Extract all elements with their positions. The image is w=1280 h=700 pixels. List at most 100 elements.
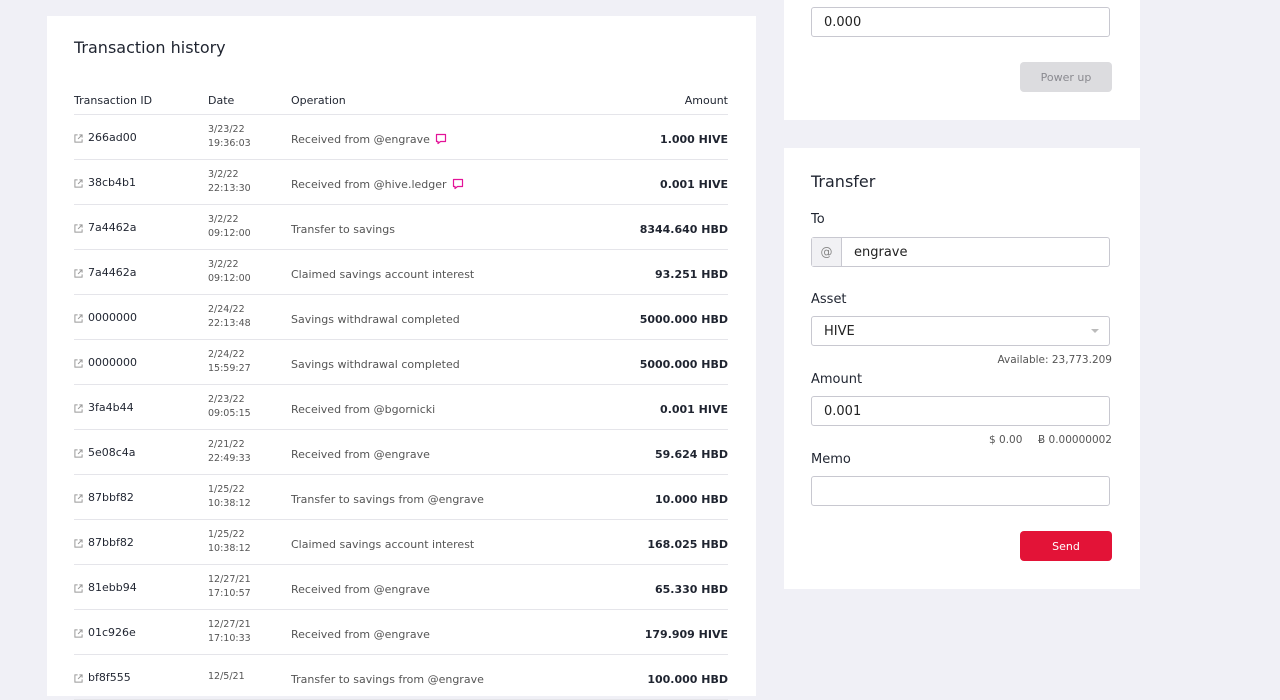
cell-operation: Received from @hive.ledger bbox=[291, 159, 548, 205]
cell-operation: Savings withdrawal completed bbox=[291, 294, 548, 340]
transaction-amount: 0.001 HIVE bbox=[660, 177, 728, 191]
transaction-link[interactable]: 87bbf82 bbox=[74, 536, 134, 549]
transaction-amount: 5000.000 HBD bbox=[639, 312, 728, 326]
memo-icon[interactable] bbox=[435, 133, 447, 145]
cell-operation: Received from @engrave bbox=[291, 609, 548, 655]
table-row: 266ad00 3/23/22 19:36:03 Received from @eng… bbox=[74, 114, 728, 160]
external-link-icon bbox=[74, 178, 83, 188]
btc-value: Ƀ 0.00000002 bbox=[1037, 434, 1112, 446]
cell-date: 12/27/21 17:10:33 bbox=[208, 609, 291, 655]
external-link-icon bbox=[74, 628, 83, 638]
memo-input[interactable] bbox=[811, 476, 1110, 506]
transaction-id: 7a4462a bbox=[88, 220, 137, 234]
power-up-amount-value: 0.000 bbox=[824, 14, 862, 30]
cell-date: 3/2/22 09:12:00 bbox=[208, 204, 291, 250]
operation-text: Received from @engrave bbox=[291, 132, 430, 146]
power-up-button[interactable]: Power up bbox=[1020, 62, 1112, 92]
cell-date: 2/21/22 22:49:33 bbox=[208, 429, 291, 475]
cell-transaction-id: 7a4462a bbox=[74, 249, 208, 295]
transaction-id: 5e08c4a bbox=[88, 445, 136, 459]
amount-label: Amount bbox=[811, 372, 863, 387]
cell-date: 12/5/21 bbox=[208, 654, 291, 700]
cell-amount: 5000.000 HBD bbox=[548, 339, 728, 385]
asset-value: HIVE bbox=[824, 323, 855, 339]
operation-text: Savings withdrawal completed bbox=[291, 312, 460, 326]
transaction-link[interactable]: 7a4462a bbox=[74, 221, 136, 234]
transaction-amount: 100.000 HBD bbox=[647, 672, 728, 686]
transaction-id: 38cb4b1 bbox=[88, 175, 137, 189]
cell-amount: 100.000 HBD bbox=[548, 654, 728, 700]
operation-text: Received from @bgornicki bbox=[291, 402, 436, 416]
cell-transaction-id: 3fa4b44 bbox=[74, 384, 208, 430]
transaction-time: 17:10:33 bbox=[208, 633, 251, 644]
transaction-link[interactable]: 3fa4b44 bbox=[74, 401, 134, 414]
power-up-card: 0.000 Power up bbox=[784, 0, 1140, 120]
transaction-amount: 168.025 HBD bbox=[647, 537, 728, 551]
table-header-row: Transaction ID Date Operation Amount bbox=[74, 86, 728, 115]
cell-operation: Received from @engrave bbox=[291, 429, 548, 475]
cell-date: 3/2/22 22:13:30 bbox=[208, 159, 291, 205]
transaction-time: 09:12:00 bbox=[208, 273, 251, 284]
table-row: 0000000 2/24/22 15:59:27 Savings withdrawal… bbox=[74, 339, 728, 385]
table-row: 7a4462a 3/2/22 09:12:00 Transfer to savings… bbox=[74, 204, 728, 250]
transaction-link[interactable]: 5e08c4a bbox=[74, 446, 136, 459]
transaction-date: 12/27/21 bbox=[208, 574, 251, 585]
transaction-link[interactable]: 0000000 bbox=[74, 311, 137, 324]
cell-operation: Claimed savings account interest bbox=[291, 519, 548, 565]
transaction-id: 266ad00 bbox=[88, 130, 137, 144]
transaction-id: 01c926e bbox=[88, 625, 136, 639]
transaction-link[interactable]: 87bbf82 bbox=[74, 491, 134, 504]
cell-amount: 65.330 HBD bbox=[548, 564, 728, 610]
transaction-link[interactable]: bf8f555 bbox=[74, 671, 131, 684]
transaction-id: 0000000 bbox=[88, 355, 137, 369]
header-operation: Operation bbox=[291, 86, 548, 115]
cell-transaction-id: 0000000 bbox=[74, 339, 208, 385]
transaction-time: 10:38:12 bbox=[208, 498, 251, 509]
transaction-link[interactable]: 7a4462a bbox=[74, 266, 136, 279]
operation-text: Received from @engrave bbox=[291, 582, 430, 596]
table-row: 0000000 2/24/22 22:13:48 Savings withdrawal… bbox=[74, 294, 728, 340]
transaction-link[interactable]: 38cb4b1 bbox=[74, 176, 136, 189]
cell-date: 2/23/22 09:05:15 bbox=[208, 384, 291, 430]
transaction-link[interactable]: 81ebb94 bbox=[74, 581, 137, 594]
power-up-amount-input[interactable]: 0.000 bbox=[811, 7, 1110, 37]
cell-operation: Received from @engrave bbox=[291, 114, 548, 160]
transaction-link[interactable]: 01c926e bbox=[74, 626, 136, 639]
transaction-date: 2/23/22 bbox=[208, 394, 245, 405]
asset-select[interactable]: HIVE bbox=[811, 316, 1110, 346]
external-link-icon bbox=[74, 673, 83, 683]
cell-operation: Received from @engrave bbox=[291, 564, 548, 610]
cell-date: 2/24/22 22:13:48 bbox=[208, 294, 291, 340]
transfer-card: Transfer To @ engrave Asset HIVE Availab… bbox=[784, 148, 1140, 589]
to-input[interactable]: @ engrave bbox=[811, 237, 1110, 267]
amount-input[interactable]: 0.001 bbox=[811, 396, 1110, 426]
memo-icon[interactable] bbox=[452, 178, 464, 190]
operation-text: Transfer to savings bbox=[291, 222, 395, 236]
table-row: 38cb4b1 3/2/22 22:13:30 Received from @hive… bbox=[74, 159, 728, 205]
table-row: 5e08c4a 2/21/22 22:49:33 Received from @eng… bbox=[74, 429, 728, 475]
cell-operation: Transfer to savings from @engrave bbox=[291, 654, 548, 700]
transaction-amount: 8344.640 HBD bbox=[639, 222, 728, 236]
external-link-icon bbox=[74, 538, 83, 548]
cell-operation: Savings withdrawal completed bbox=[291, 339, 548, 385]
cell-transaction-id: 266ad00 bbox=[74, 114, 208, 160]
cell-transaction-id: 5e08c4a bbox=[74, 429, 208, 475]
cell-amount: 0.001 HIVE bbox=[548, 159, 728, 205]
cell-date: 2/24/22 15:59:27 bbox=[208, 339, 291, 385]
transaction-id: 0000000 bbox=[88, 310, 137, 324]
external-link-icon bbox=[74, 403, 83, 413]
cell-transaction-id: 87bbf82 bbox=[74, 474, 208, 520]
operation-text: Savings withdrawal completed bbox=[291, 357, 460, 371]
transaction-link[interactable]: 266ad00 bbox=[74, 131, 137, 144]
transaction-date: 3/2/22 bbox=[208, 214, 239, 225]
transfer-title: Transfer bbox=[811, 172, 876, 191]
cell-amount: 5000.000 HBD bbox=[548, 294, 728, 340]
cell-amount: 168.025 HBD bbox=[548, 519, 728, 565]
transaction-time: 22:13:48 bbox=[208, 318, 251, 329]
transaction-link[interactable]: 0000000 bbox=[74, 356, 137, 369]
transaction-amount: 93.251 HBD bbox=[655, 267, 728, 281]
transaction-date: 2/24/22 bbox=[208, 349, 245, 360]
cell-amount: 0.001 HIVE bbox=[548, 384, 728, 430]
cell-transaction-id: 7a4462a bbox=[74, 204, 208, 250]
send-button[interactable]: Send bbox=[1020, 531, 1112, 561]
